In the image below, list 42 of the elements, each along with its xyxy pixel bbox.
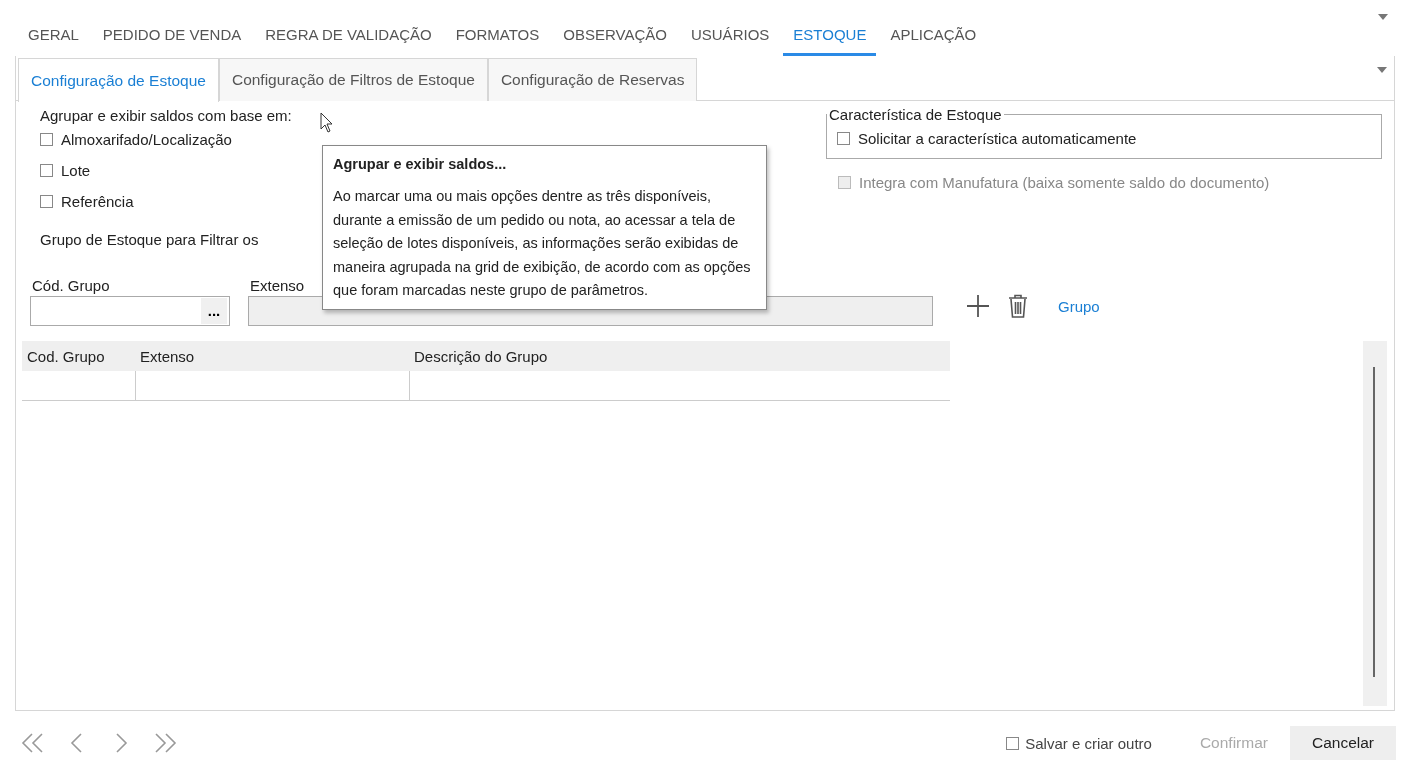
main-tab[interactable]: FORMATOS [445, 26, 550, 56]
cancel-button[interactable]: Cancelar [1289, 726, 1396, 760]
checkbox-label: Referência [61, 193, 134, 210]
cursor-icon [320, 112, 334, 134]
tooltip-text: Ao marcar uma ou mais opções dentre as três disponíveis, durante a emissão de um pedido ou nota, ao acessar a tela de seleção de lotes disponíveis, as informações serão exibidas de maneira agrupada na grid de exibição, de acordo com as opções que foram marcadas neste grupo de parâmetros. [333, 187, 752, 300]
dropdown-arrow-icon[interactable] [1377, 67, 1387, 73]
main-tab[interactable]: ESTOQUE [783, 26, 877, 56]
group-box-title: Característica de Estoque [828, 106, 1003, 123]
checkbox-label: Solicitar a característica automaticamente [858, 130, 1137, 147]
main-tab[interactable]: USUÁRIOS [680, 26, 780, 56]
main-tab[interactable]: OBSERVAÇÃO [553, 26, 677, 56]
column-header[interactable]: Extenso [135, 347, 409, 365]
sub-tab[interactable]: Configuração de Estoque [18, 58, 219, 102]
checkbox-label: Salvar e criar outro [1025, 734, 1152, 752]
main-tab[interactable]: APLICAÇÃO [880, 26, 987, 56]
dropdown-arrow-icon[interactable] [1378, 14, 1388, 20]
scrollbar[interactable] [1363, 341, 1387, 706]
sub-tab[interactable]: Configuração de Filtros de Estoque [218, 58, 488, 101]
checkbox-label: Lote [61, 162, 91, 179]
group-title: Agrupar e exibir saldos com base em: [40, 107, 292, 124]
section-title: Grupo de Estoque para Filtrar os [40, 231, 259, 248]
main-tab[interactable]: PEDIDO DE VENDA [92, 26, 252, 56]
field-label: Extenso [250, 277, 305, 294]
main-tab[interactable]: GERAL [18, 26, 89, 56]
column-header[interactable]: Descrição do Grupo [409, 347, 950, 365]
browse-button[interactable]: ... [201, 298, 227, 324]
add-icon[interactable] [966, 294, 990, 318]
checkbox[interactable] [837, 132, 850, 145]
trash-icon[interactable] [1008, 294, 1028, 318]
tooltip-title: Agrupar e exibir saldos... [333, 156, 508, 172]
code-field[interactable]: ... [30, 296, 230, 326]
checkbox[interactable] [1006, 736, 1020, 750]
checkbox-label: Almoxarifado/Localização [61, 131, 232, 148]
checkbox[interactable] [40, 164, 53, 177]
checkbox-label: Integra com Manufatura (baixa somente saldo do documento) [859, 174, 1270, 191]
sub-tab[interactable]: Configuração de Reservas [487, 58, 698, 101]
field-label: Cód. Grupo [32, 277, 110, 294]
checkbox[interactable] [40, 133, 53, 146]
column-header[interactable]: Cod. Grupo [22, 347, 135, 365]
checkbox[interactable] [40, 195, 53, 208]
main-tab[interactable]: REGRA DE VALIDAÇÃO [255, 26, 442, 56]
group-link[interactable]: Grupo [1058, 297, 1100, 315]
